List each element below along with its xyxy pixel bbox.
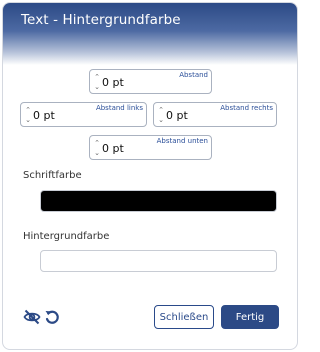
spacing-top-stepper[interactable]: ⌃ ⌄ 0 pt Abstand (89, 69, 212, 94)
chevron-up-icon[interactable]: ⌃ (94, 139, 100, 147)
spacing-right-value[interactable]: 0 pt (166, 109, 188, 122)
chevron-down-icon[interactable]: ⌄ (94, 149, 100, 157)
stepper-arrows[interactable]: ⌃ ⌄ (157, 106, 165, 124)
chevron-down-icon[interactable]: ⌄ (94, 83, 100, 91)
close-button[interactable]: Schließen (154, 305, 214, 329)
dialog-title: Text - Hintergrundfarbe (21, 12, 181, 28)
chevron-up-icon[interactable]: ⌃ (94, 73, 100, 81)
spacing-bottom-caption: Abstand unten (156, 137, 208, 145)
spacing-left-caption: Abstand links (95, 104, 143, 112)
spacing-top-value[interactable]: 0 pt (102, 76, 124, 89)
spacing-right-caption: Abstand rechts (220, 104, 273, 112)
chevron-down-icon[interactable]: ⌄ (25, 116, 31, 124)
stepper-arrows[interactable]: ⌃ ⌄ (93, 139, 101, 157)
done-button[interactable]: Fertig (221, 305, 279, 329)
chevron-up-icon[interactable]: ⌃ (25, 106, 31, 114)
spacing-left-value[interactable]: 0 pt (33, 109, 55, 122)
spacing-bottom-value[interactable]: 0 pt (102, 142, 124, 155)
dialog-header: Text - Hintergrundfarbe (3, 3, 297, 65)
chevron-down-icon[interactable]: ⌄ (158, 116, 164, 124)
font-color-swatch[interactable] (40, 190, 277, 212)
undo-icon[interactable] (44, 309, 60, 325)
stepper-arrows[interactable]: ⌃ ⌄ (24, 106, 32, 124)
dialog: Text - Hintergrundfarbe ⌃ ⌄ 0 pt Abstand… (2, 2, 298, 350)
spacing-left-stepper[interactable]: ⌃ ⌄ 0 pt Abstand links (20, 102, 147, 127)
spacing-right-stepper[interactable]: ⌃ ⌄ 0 pt Abstand rechts (153, 102, 277, 127)
spacing-top-caption: Abstand (179, 71, 208, 79)
stepper-arrows[interactable]: ⌃ ⌄ (93, 73, 101, 91)
background-color-label: Hintergrundfarbe (23, 231, 110, 242)
chevron-up-icon[interactable]: ⌃ (158, 106, 164, 114)
background-color-swatch[interactable] (40, 250, 277, 272)
eye-slash-icon[interactable] (23, 309, 41, 325)
font-color-label: Schriftfarbe (23, 170, 82, 181)
spacing-bottom-stepper[interactable]: ⌃ ⌄ 0 pt Abstand unten (89, 135, 212, 160)
